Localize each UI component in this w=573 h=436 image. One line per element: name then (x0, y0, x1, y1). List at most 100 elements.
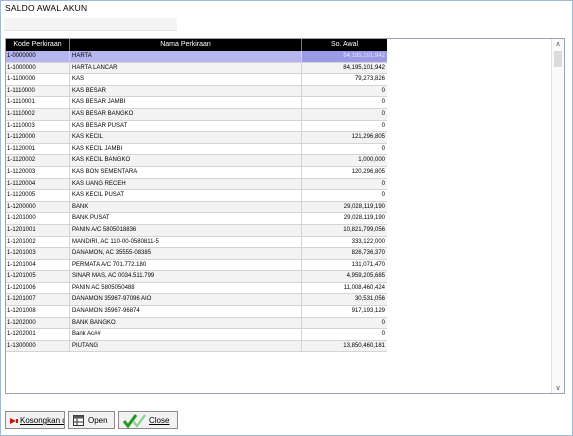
account-code-cell[interactable]: 1-1202001 (6, 329, 70, 341)
account-name-cell[interactable]: PIUTANG (70, 340, 302, 352)
opening-balance-cell[interactable]: 826,736,370 (302, 248, 387, 259)
account-name-cell[interactable]: KAS KECIL BANGKO (70, 155, 302, 167)
table-row[interactable]: 1-0000000 HARTA 84,195,101,942 (6, 51, 387, 63)
account-code-cell[interactable]: 1-1201005 (6, 271, 70, 283)
scrollbar-thumb[interactable] (554, 51, 562, 67)
opening-balance-cell[interactable]: 11,008,460,424 (302, 283, 387, 294)
account-name-cell[interactable]: PERMATA A/C 701.772.180 (70, 259, 302, 271)
opening-balance-cell[interactable]: 131,071,470 (302, 260, 387, 271)
table-row[interactable]: 1-1200000 BANK 29,028,119,190 (6, 201, 387, 214)
account-code-cell[interactable]: 1-1110002 (6, 108, 70, 120)
table-row[interactable]: 1-1201003 DANAMON, AC 35555-08385 826,736,… (6, 248, 387, 260)
account-code-cell[interactable]: 1-1202000 (6, 317, 70, 329)
account-name-cell[interactable]: HARTA LANCAR (70, 62, 302, 74)
opening-balance-cell[interactable]: 0 (302, 121, 387, 132)
account-code-cell[interactable]: 1-1110003 (6, 120, 70, 132)
table-row[interactable]: 1-1120003 KAS BON SEMENTARA 120,296,805 (6, 166, 387, 179)
account-name-cell[interactable]: BANK BANGKO (70, 317, 302, 329)
opening-balance-cell[interactable]: 0 (302, 318, 387, 329)
clear-data-button[interactable]: Kosongkan data (5, 411, 65, 429)
account-code-cell[interactable]: 1-1201006 (6, 282, 70, 294)
chevron-down-icon[interactable]: ∨ (552, 384, 564, 392)
opening-balance-cell[interactable]: 0 (302, 109, 387, 120)
table-row[interactable]: 1-1201008 DANAMON 35967-96874 917,193,129 (6, 306, 387, 318)
opening-balance-cell[interactable]: 29,028,119,190 (302, 202, 387, 213)
opening-balance-cell[interactable]: 1,000,000 (302, 155, 387, 166)
table-row[interactable]: 1-1120002 KAS KECIL BANGKO 1,000,000 (6, 155, 387, 167)
account-code-cell[interactable]: 1-1120005 (6, 190, 70, 202)
account-name-cell[interactable]: MANDIRI, AC 110-00-0580811-5 (70, 236, 302, 248)
account-name-cell[interactable]: KAS BESAR (70, 85, 302, 97)
close-button[interactable]: Close (118, 411, 178, 429)
account-name-cell[interactable]: HARTA (70, 51, 302, 62)
column-header-kode[interactable]: Kode Perkiraan (6, 39, 70, 51)
account-code-cell[interactable]: 1-1100000 (6, 74, 70, 86)
account-name-cell[interactable]: KAS BESAR PUSAT (70, 120, 302, 132)
table-row[interactable]: 1-1110003 KAS BESAR PUSAT 0 (6, 120, 387, 133)
opening-balance-cell[interactable]: 0 (302, 329, 387, 340)
account-name-cell[interactable]: PANIN A/C 5805018836 (70, 224, 302, 236)
account-code-cell[interactable]: 1-1201002 (6, 236, 70, 248)
account-name-cell[interactable]: SINAR MAS, AC 0034.511.799 (70, 271, 302, 283)
account-code-cell[interactable]: 1-1110001 (6, 97, 70, 109)
account-code-cell[interactable]: 1-1120002 (6, 155, 70, 167)
account-name-cell[interactable]: BANK (70, 201, 302, 213)
account-name-cell[interactable]: Bank Ac## (70, 329, 302, 341)
column-header-saldo[interactable]: So. Awal (302, 39, 387, 51)
account-name-cell[interactable]: KAS BESAR JAMBI (70, 97, 302, 109)
opening-balance-cell[interactable]: 84,195,101,942 (302, 51, 387, 62)
opening-balance-cell[interactable]: 79,273,826 (302, 74, 387, 85)
account-code-cell[interactable]: 1-1200000 (6, 201, 70, 213)
table-row[interactable]: 1-1110002 KAS BESAR BANGKO 0 (6, 108, 387, 121)
opening-balance-cell[interactable]: 120,296,805 (302, 167, 387, 178)
column-header-nama[interactable]: Nama Perkiraan (70, 39, 302, 51)
account-name-cell[interactable]: DANAMON 35967-97096 AIO (70, 294, 302, 306)
table-row[interactable]: 1-1120005 KAS KECIL PUSAT 0 (6, 190, 387, 202)
table-row[interactable]: 1-1201007 DANAMON 35967-97096 AIO 30,531,0… (6, 294, 387, 307)
account-name-cell[interactable]: KAS KECIL (70, 132, 302, 144)
table-row[interactable]: 1-1100000 KAS 79,273,826 (6, 74, 387, 86)
account-name-cell[interactable]: KAS BESAR BANGKO (70, 108, 302, 120)
opening-balance-cell[interactable]: 121,296,805 (302, 132, 387, 143)
opening-balance-cell[interactable]: 0 (302, 97, 387, 108)
opening-balance-cell[interactable]: 4,959,205,685 (302, 271, 387, 282)
opening-balance-cell[interactable]: 0 (302, 190, 387, 201)
table-row[interactable]: 1-1201005 SINAR MAS, AC 0034.511.799 4,959… (6, 271, 387, 283)
table-row[interactable]: 1-1201002 MANDIRI, AC 110-00-0580811-5 333… (6, 236, 387, 249)
opening-balance-cell[interactable]: 13,850,460,181 (302, 341, 387, 352)
account-name-cell[interactable]: KAS (70, 74, 302, 86)
chevron-up-icon[interactable]: ∧ (552, 40, 564, 48)
account-name-cell[interactable]: BANK PUSAT (70, 213, 302, 225)
account-code-cell[interactable]: 1-1201004 (6, 259, 70, 271)
table-row[interactable]: 1-1300000 PIUTANG 13,850,460,181 (6, 340, 387, 353)
opening-balance-cell[interactable]: 917,193,129 (302, 306, 387, 317)
table-row[interactable]: 1-1000000 HARTA LANCAR 84,195,101,942 (6, 62, 387, 75)
opening-balance-cell[interactable]: 84,195,101,942 (302, 63, 387, 74)
account-name-cell[interactable]: PANIN AC 5805050488 (70, 282, 302, 294)
account-code-cell[interactable]: 1-1120004 (6, 178, 70, 190)
opening-balance-cell[interactable]: 30,531,056 (302, 294, 387, 305)
opening-balance-cell[interactable]: 0 (302, 144, 387, 155)
opening-balance-cell[interactable]: 10,821,799,056 (302, 225, 387, 236)
opening-balance-cell[interactable]: 333,122,000 (302, 237, 387, 248)
account-code-cell[interactable]: 1-1120000 (6, 132, 70, 144)
table-row[interactable]: 1-1202001 Bank Ac## 0 (6, 329, 387, 341)
opening-balance-cell[interactable]: 0 (302, 86, 387, 97)
table-row[interactable]: 1-1202000 BANK BANGKO 0 (6, 317, 387, 330)
vertical-scrollbar[interactable]: ∧ ∨ (551, 39, 564, 393)
open-button[interactable]: Open (68, 411, 115, 429)
account-name-cell[interactable]: DANAMON 35967-96874 (70, 306, 302, 318)
account-name-cell[interactable]: KAS KECIL JAMBI (70, 143, 302, 155)
account-code-cell[interactable]: 1-0000000 (6, 51, 70, 62)
table-row[interactable]: 1-1120000 KAS KECIL 121,296,805 (6, 132, 387, 144)
account-name-cell[interactable]: KAS UANG RECEH (70, 178, 302, 190)
table-row[interactable]: 1-1110000 KAS BESAR 0 (6, 85, 387, 98)
opening-balance-cell[interactable]: 0 (302, 179, 387, 190)
account-code-cell[interactable]: 1-1300000 (6, 340, 70, 352)
account-code-cell[interactable]: 1-1201001 (6, 224, 70, 236)
table-row[interactable]: 1-1110001 KAS BESAR JAMBI 0 (6, 97, 387, 109)
account-code-cell[interactable]: 1-1201000 (6, 213, 70, 225)
opening-balance-cell[interactable]: 29,028,119,190 (302, 213, 387, 224)
account-name-cell[interactable]: KAS BON SEMENTARA (70, 166, 302, 178)
account-code-cell[interactable]: 1-1110000 (6, 85, 70, 97)
